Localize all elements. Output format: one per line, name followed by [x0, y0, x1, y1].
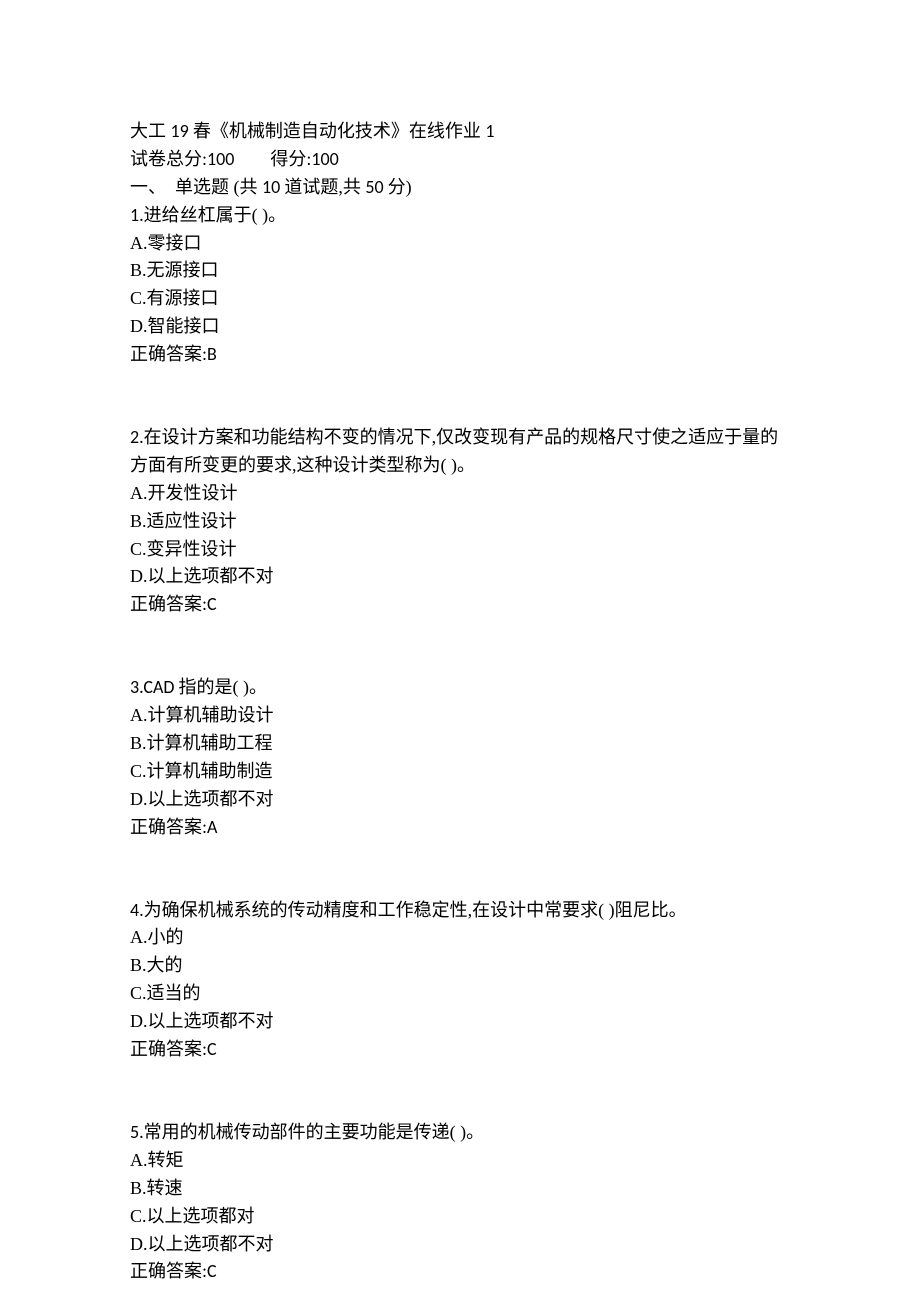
- section-points: 50: [365, 176, 387, 198]
- document-title: 大工 19 春《机械制造自动化技术》在线作业 1: [130, 118, 790, 146]
- option-b: B.计算机辅助工程: [130, 730, 790, 758]
- question-stem: 3.CAD 指的是( )。: [130, 674, 790, 702]
- question-stem: 1.进给丝杠属于( )。: [130, 202, 790, 230]
- question-number: 2.: [130, 426, 144, 448]
- question-stem-prefix: CAD: [143, 676, 178, 698]
- question-stem: 4.为确保机械系统的传动精度和工作稳定性,在设计中常要求( )阻尼比。: [130, 897, 790, 925]
- question-number: 4.: [130, 899, 144, 921]
- answer-value: C: [207, 1260, 217, 1282]
- option-a: A.零接口: [130, 230, 790, 258]
- answer-line: 正确答案:C: [130, 1258, 790, 1286]
- question-text: 在设计方案和功能结构不变的情况下,仅改变现有产品的规格尺寸使之适应于量的方面有所…: [130, 427, 778, 475]
- option-b: B.转速: [130, 1175, 790, 1203]
- question-number: 1.: [130, 204, 144, 226]
- answer-label: 正确答案:: [130, 1261, 207, 1281]
- option-c: C.有源接口: [130, 285, 790, 313]
- option-a: A.转矩: [130, 1147, 790, 1175]
- question-text: 指的是( )。: [179, 677, 268, 697]
- title-year: 19: [171, 120, 193, 142]
- question-2: 2.在设计方案和功能结构不变的情况下,仅改变现有产品的规格尺寸使之适应于量的方面…: [130, 424, 790, 619]
- section-suffix: 分): [388, 177, 412, 197]
- option-c: C.变异性设计: [130, 536, 790, 564]
- obtained-score-value: 100: [311, 148, 338, 170]
- total-score-label: 试卷总分:: [130, 149, 207, 169]
- total-score-value: 100: [207, 148, 234, 170]
- question-number: 5.: [130, 1121, 144, 1143]
- question-text: 为确保机械系统的传动精度和工作稳定性,在设计中常要求( )阻尼比。: [144, 900, 687, 920]
- answer-line: 正确答案:C: [130, 591, 790, 619]
- answer-line: 正确答案:B: [130, 341, 790, 369]
- question-4: 4.为确保机械系统的传动精度和工作稳定性,在设计中常要求( )阻尼比。 A.小的…: [130, 897, 790, 1064]
- option-d: D.以上选项都不对: [130, 1231, 790, 1259]
- option-b: B.无源接口: [130, 257, 790, 285]
- question-number: 3.: [130, 676, 143, 698]
- document-header: 大工 19 春《机械制造自动化技术》在线作业 1 试卷总分:100 得分:100…: [130, 118, 790, 202]
- option-a: A.开发性设计: [130, 480, 790, 508]
- question-stem: 5.常用的机械传动部件的主要功能是传递( )。: [130, 1119, 790, 1147]
- answer-line: 正确答案:C: [130, 1036, 790, 1064]
- question-text: 进给丝杠属于( )。: [144, 205, 287, 225]
- option-a: A.小的: [130, 924, 790, 952]
- option-d: D.以上选项都不对: [130, 1008, 790, 1036]
- option-c: C.以上选项都对: [130, 1203, 790, 1231]
- section-mid: 道试题,共: [284, 177, 365, 197]
- question-text: 常用的机械传动部件的主要功能是传递( )。: [144, 1122, 485, 1142]
- option-c: C.计算机辅助制造: [130, 758, 790, 786]
- answer-label: 正确答案:: [130, 817, 207, 837]
- question-5: 5.常用的机械传动部件的主要功能是传递( )。 A.转矩 B.转速 C.以上选项…: [130, 1119, 790, 1286]
- section-prefix: 一、 单选题 (共: [130, 177, 262, 197]
- section-count: 10: [262, 176, 284, 198]
- option-b: B.适应性设计: [130, 508, 790, 536]
- answer-label: 正确答案:: [130, 1039, 207, 1059]
- score-gap: [234, 149, 270, 169]
- question-stem: 2.在设计方案和功能结构不变的情况下,仅改变现有产品的规格尺寸使之适应于量的方面…: [130, 424, 790, 480]
- option-d: D.以上选项都不对: [130, 786, 790, 814]
- answer-value: C: [207, 593, 217, 615]
- title-text-2: 春《机械制造自动化技术》在线作业: [193, 121, 486, 141]
- score-line: 试卷总分:100 得分:100: [130, 146, 790, 174]
- title-text: 大工: [130, 121, 171, 141]
- answer-line: 正确答案:A: [130, 814, 790, 842]
- answer-value: C: [207, 1038, 217, 1060]
- option-d: D.智能接口: [130, 313, 790, 341]
- option-a: A.计算机辅助设计: [130, 702, 790, 730]
- question-1: 1.进给丝杠属于( )。 A.零接口 B.无源接口 C.有源接口 D.智能接口 …: [130, 202, 790, 369]
- answer-value: A: [207, 816, 217, 838]
- option-c: C.适当的: [130, 980, 790, 1008]
- question-3: 3.CAD 指的是( )。 A.计算机辅助设计 B.计算机辅助工程 C.计算机辅…: [130, 674, 790, 841]
- option-b: B.大的: [130, 952, 790, 980]
- section-heading: 一、 单选题 (共 10 道试题,共 50 分): [130, 174, 790, 202]
- title-number: 1: [485, 120, 494, 142]
- answer-label: 正确答案:: [130, 344, 207, 364]
- obtained-score-label: 得分:: [270, 149, 311, 169]
- answer-label: 正确答案:: [130, 594, 207, 614]
- option-d: D.以上选项都不对: [130, 563, 790, 591]
- answer-value: B: [207, 343, 217, 365]
